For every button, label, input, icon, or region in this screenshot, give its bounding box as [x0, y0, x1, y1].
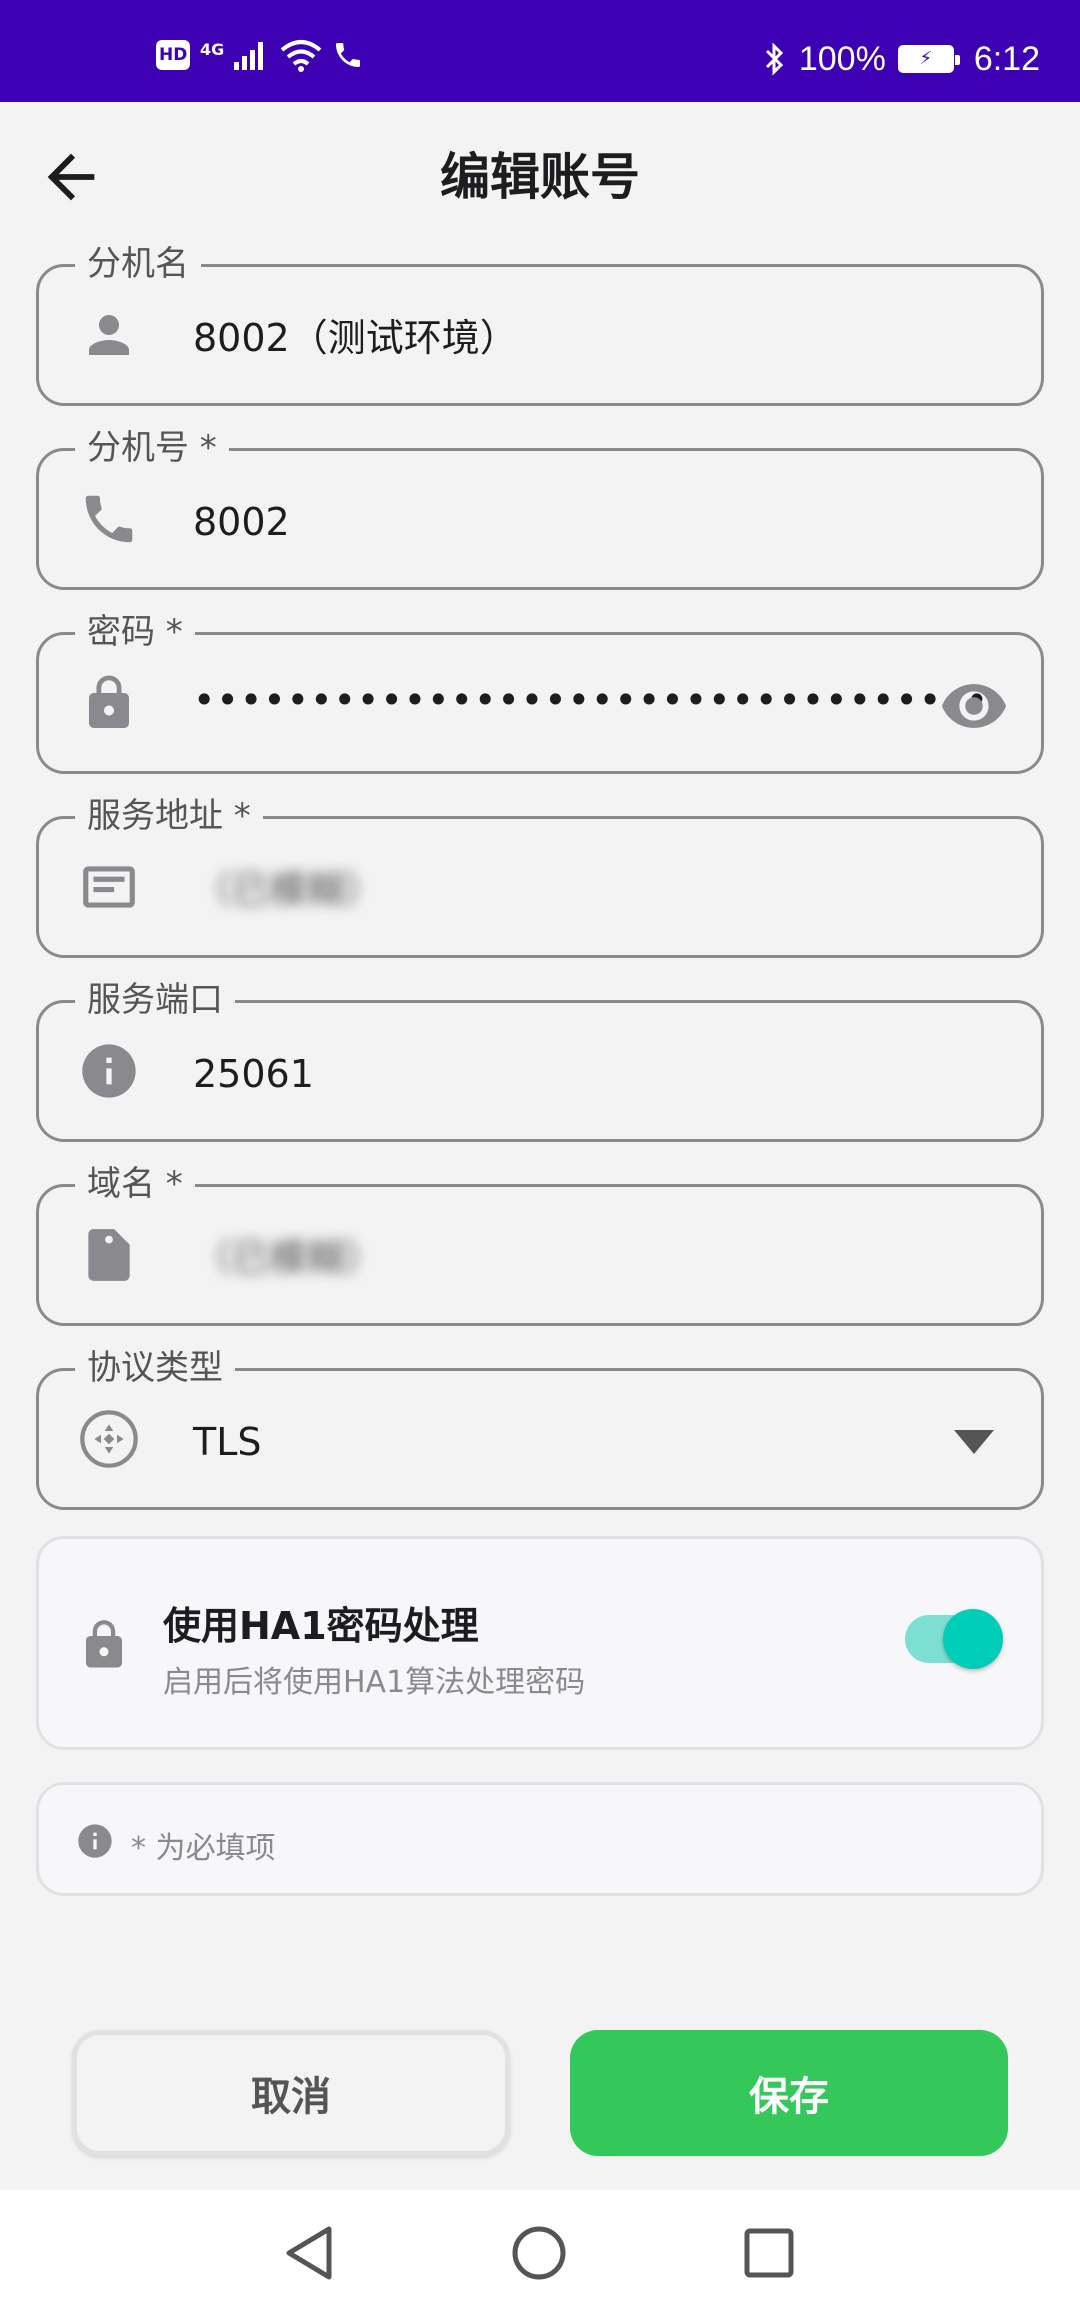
toggle-knob — [943, 1609, 1003, 1669]
nav-home-button[interactable] — [506, 2220, 572, 2286]
note-info-icon — [75, 1821, 115, 1865]
bluetooth-icon — [765, 42, 783, 76]
lock-icon — [77, 671, 141, 735]
password-field[interactable]: 密码 * •••••••••••••••••••••••••••••••••• — [36, 611, 1044, 774]
dropdown-button[interactable] — [939, 1407, 1009, 1477]
server-port-field[interactable]: 服务端口 25061 — [36, 979, 1044, 1142]
clock: 6:12 — [973, 40, 1040, 78]
show-password-button[interactable] — [939, 671, 1009, 741]
ha1-card: 使用HA1密码处理 启用后将使用HA1算法处理密码 — [36, 1536, 1044, 1750]
ha1-title: 使用HA1密码处理 — [163, 1604, 479, 1648]
protocol-label: 协议类型 — [75, 1347, 235, 1389]
address-card-icon — [77, 855, 141, 919]
nav-back-button[interactable] — [276, 2220, 342, 2286]
extension-number-value: 8002 — [193, 500, 290, 544]
server-address-label: 服务地址 * — [75, 795, 263, 837]
server-address-field[interactable]: 服务地址 * （已模糊） — [36, 795, 1044, 958]
square-recents-icon — [744, 2228, 794, 2278]
domain-label: 域名 * — [75, 1163, 195, 1205]
triangle-back-icon — [286, 2226, 332, 2280]
cancel-button[interactable]: 取消 — [72, 2030, 510, 2156]
nav-recents-button[interactable] — [736, 2220, 802, 2286]
password-label: 密码 * — [75, 611, 195, 653]
protocol-value: TLS — [193, 1420, 262, 1464]
signal-icon — [234, 42, 264, 70]
battery-icon: ⚡ — [897, 45, 960, 73]
domain-value: （已模糊） — [193, 1236, 384, 1280]
protocol-select[interactable]: 协议类型 TLS — [36, 1347, 1044, 1510]
person-icon — [77, 303, 141, 367]
extension-number-label: 分机号 * — [75, 427, 229, 469]
page-title: 编辑账号 — [440, 148, 640, 206]
wifi-icon — [280, 40, 322, 72]
hd-badge: HD — [156, 40, 190, 70]
required-note-card: * 为必填项 — [36, 1782, 1044, 1896]
status-left: HD 4G — [156, 38, 364, 72]
server-port-value: 25061 — [193, 1052, 314, 1096]
password-value: •••••••••••••••••••••••••••••••••• — [193, 678, 990, 722]
phone-icon — [77, 487, 141, 551]
extension-number-field[interactable]: 分机号 * 8002 — [36, 427, 1044, 590]
ha1-subtitle: 启用后将使用HA1算法处理密码 — [163, 1665, 586, 1700]
network-type: 4G — [200, 40, 225, 59]
domain-tag-icon — [77, 1223, 141, 1287]
dropdown-arrow-icon — [954, 1430, 994, 1454]
extension-name-value: 8002（测试环境） — [193, 316, 518, 360]
ha1-toggle[interactable] — [905, 1609, 1003, 1669]
save-button[interactable]: 保存 — [570, 2030, 1008, 2156]
extension-name-field[interactable]: 分机名 8002（测试环境） — [36, 243, 1044, 406]
gamepad-icon — [77, 1407, 141, 1471]
domain-field[interactable]: 域名 * （已模糊） — [36, 1163, 1044, 1326]
extension-name-label: 分机名 — [75, 243, 201, 285]
server-port-label: 服务端口 — [75, 979, 235, 1021]
status-right: 100% ⚡ 6:12 — [763, 36, 1040, 82]
app-header: 编辑账号 — [0, 102, 1080, 246]
status-bar: HD 4G 100% ⚡ 6:12 — [0, 0, 1080, 102]
circle-home-icon — [512, 2226, 566, 2280]
battery-percent: 100% — [798, 40, 886, 78]
info-icon — [77, 1039, 141, 1103]
phone-call-icon — [336, 43, 361, 67]
required-note: * 为必填项 — [131, 1831, 276, 1866]
server-address-value: （已模糊） — [193, 868, 384, 912]
eye-icon — [941, 684, 1007, 728]
system-nav-bar — [0, 2190, 1080, 2310]
ha1-lock-icon — [77, 1615, 131, 1679]
